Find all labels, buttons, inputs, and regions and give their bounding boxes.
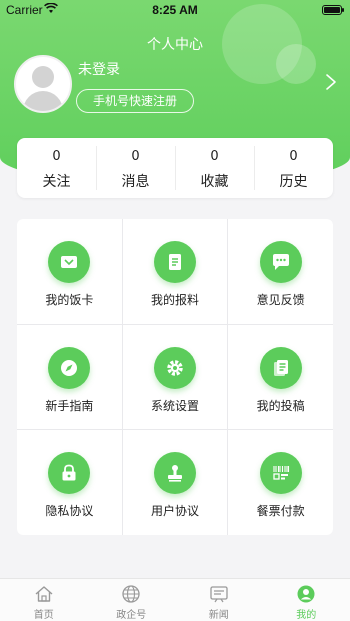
battery-icon: [322, 5, 344, 15]
stamp-icon: [153, 452, 196, 495]
stat-value: 0: [52, 149, 61, 164]
chevron-right-icon[interactable]: [325, 73, 337, 91]
globe-icon: [122, 585, 140, 603]
stat-messages[interactable]: 0 消息: [96, 138, 175, 198]
stats-card: 0 关注 0 消息 0 收藏 0 历史: [17, 138, 333, 198]
profile-icon: [297, 585, 315, 603]
menu-item-feedback[interactable]: 意见反馈: [228, 219, 333, 324]
menu-item-label: 用户协议: [150, 504, 199, 519]
menu-item-label: 我的报料: [150, 293, 199, 307]
compass-icon: [48, 346, 91, 389]
document-icon: [153, 241, 196, 283]
menu-item-user-agreement[interactable]: 用户协议: [122, 430, 228, 535]
stat-label: 收藏: [200, 174, 229, 190]
tab-home[interactable]: 首页: [0, 579, 88, 621]
card-icon: [48, 241, 91, 283]
login-status[interactable]: 未登录: [78, 59, 120, 79]
menu-item-submissions[interactable]: 我的投稿: [228, 324, 333, 430]
home-icon: [35, 586, 53, 602]
stat-follow[interactable]: 0 关注: [17, 138, 96, 198]
gear-icon: [153, 346, 196, 389]
menu-grid: 我的饭卡 我的报料 意见反馈 新手指南 系统设置 我的投稿 隐私协议 用户协议 …: [17, 219, 333, 535]
stat-label: 关注: [42, 174, 71, 190]
tab-news[interactable]: 新闻: [175, 579, 263, 621]
menu-item-label: 餐票付款: [256, 504, 305, 519]
stat-label: 历史: [279, 174, 308, 190]
lock-icon: [48, 452, 91, 495]
barcode-icon: [259, 452, 302, 495]
tab-label: 政企号: [116, 610, 147, 621]
tab-bar: 首页 政企号 新闻 我的: [0, 578, 350, 621]
stat-value: 0: [131, 149, 140, 164]
menu-item-label: 系统设置: [150, 398, 199, 413]
menu-item-beginner-guide[interactable]: 新手指南: [17, 324, 122, 430]
stat-history[interactable]: 0 历史: [254, 138, 333, 198]
menu-item-my-reports[interactable]: 我的报料: [122, 219, 228, 324]
tab-gov-accounts[interactable]: 政企号: [88, 579, 176, 621]
menu-item-label: 隐私协议: [45, 504, 94, 519]
menu-item-meal-card[interactable]: 我的饭卡: [17, 219, 122, 324]
status-bar: Carrier 8:25 AM: [0, 0, 350, 20]
menu-item-label: 意见反馈: [256, 293, 305, 307]
stat-label: 消息: [121, 174, 150, 190]
news-icon: [210, 586, 228, 603]
avatar[interactable]: [14, 55, 72, 113]
stat-favorites[interactable]: 0 收藏: [175, 138, 254, 198]
menu-item-label: 我的投稿: [256, 398, 305, 413]
menu-item-meal-ticket-payment[interactable]: 餐票付款: [228, 430, 333, 535]
menu-item-label: 新手指南: [45, 398, 94, 413]
chat-icon: [259, 241, 302, 283]
submission-icon: [259, 346, 302, 389]
menu-item-label: 我的饭卡: [45, 293, 94, 307]
tab-label: 我的: [296, 610, 317, 621]
clock: 8:25 AM: [152, 3, 198, 17]
menu-item-settings[interactable]: 系统设置: [122, 324, 228, 430]
stat-value: 0: [289, 149, 298, 164]
tab-label: 首页: [33, 610, 54, 621]
tab-mine[interactable]: 我的: [263, 579, 350, 621]
tab-label: 新闻: [208, 610, 229, 621]
page-title: 个人中心: [147, 37, 203, 53]
register-button[interactable]: 手机号快速注册: [76, 89, 194, 113]
menu-item-privacy[interactable]: 隐私协议: [17, 430, 122, 535]
stat-value: 0: [210, 149, 219, 164]
